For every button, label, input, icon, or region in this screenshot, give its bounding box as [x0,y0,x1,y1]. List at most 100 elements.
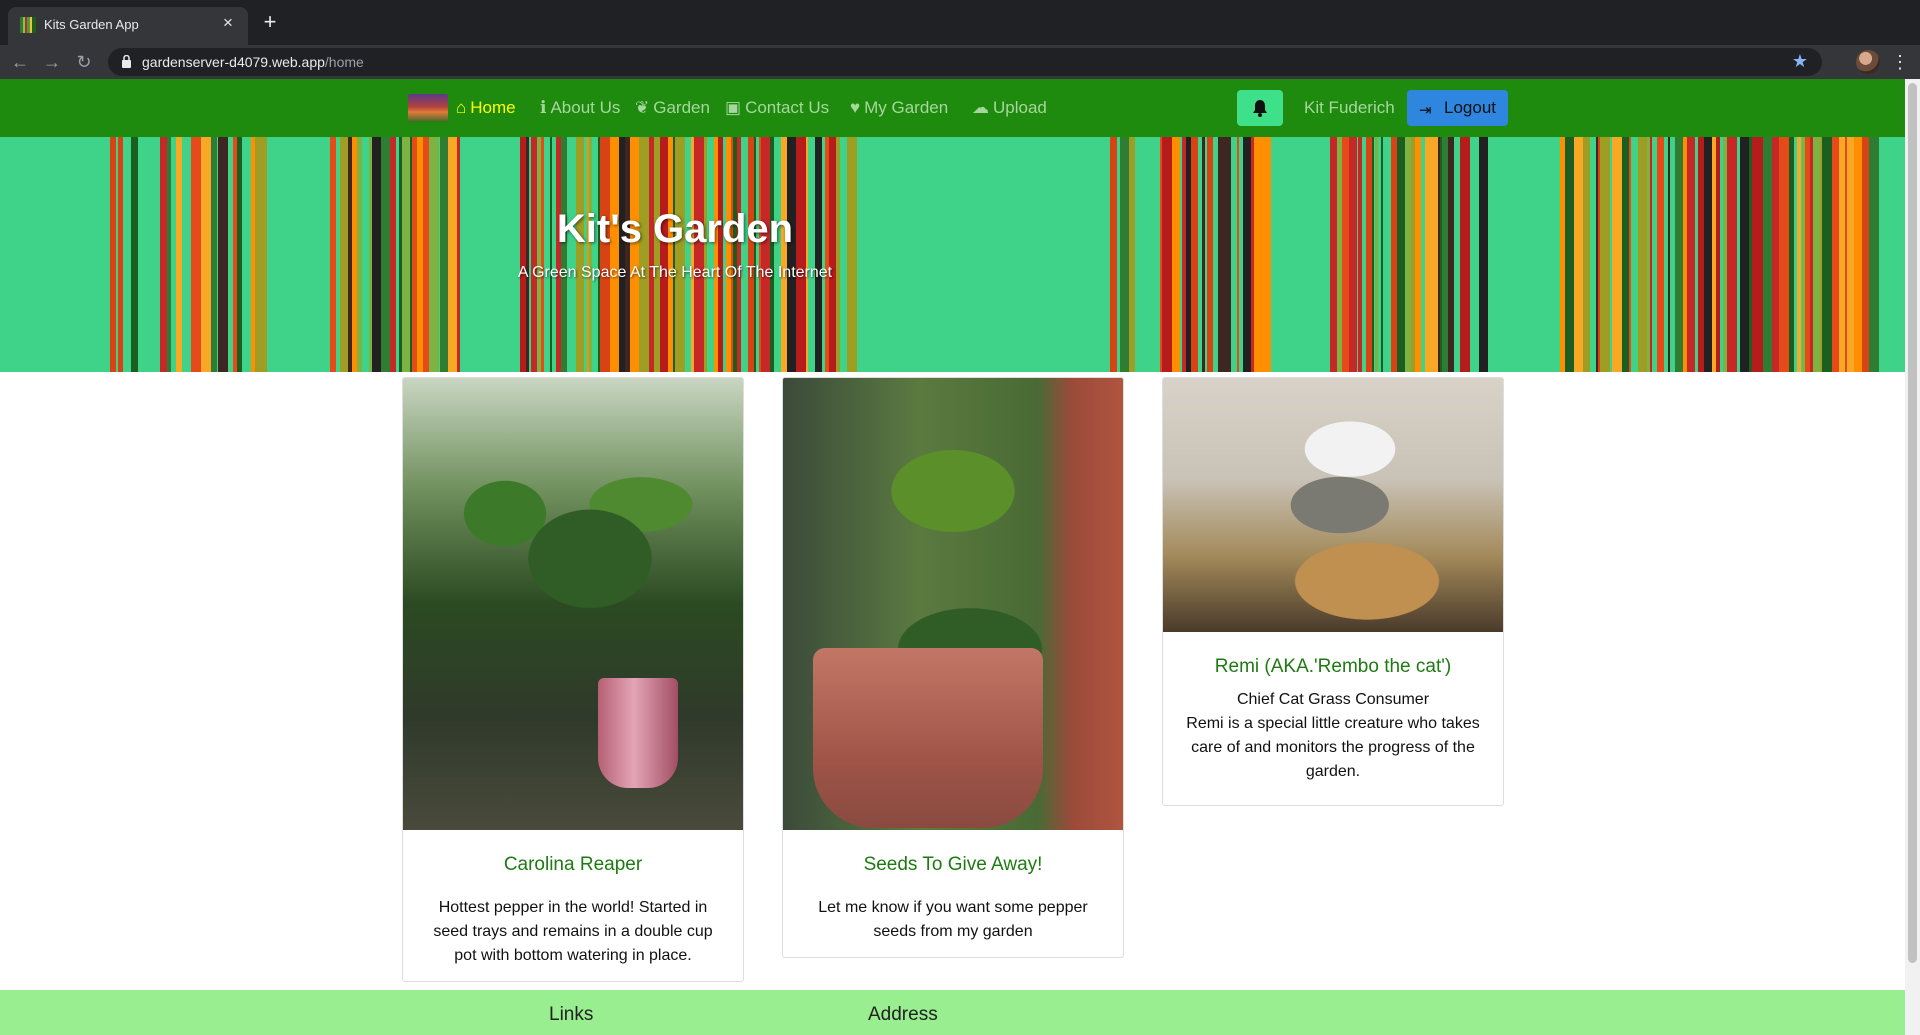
banner-stripe [1162,137,1172,372]
banner-stripe [1869,137,1879,372]
banner-stripe [1172,137,1178,372]
banner-stripe [1704,137,1712,372]
banner-stripe [726,137,731,372]
nav-item-about-us[interactable]: ℹ About Us [540,98,620,118]
address-card-icon: ▣ [725,98,742,117]
nav-item-home[interactable]: ⌂ Home [456,98,516,118]
address-bar[interactable]: gardenserver-d4079.web.app/home ★ [108,48,1822,76]
banner-stripe [520,137,526,372]
nav-item-contact-us[interactable]: ▣ Contact Us [725,98,829,118]
footer-address-heading: Address [868,1004,938,1025]
nav-item-label: About Us [550,98,621,117]
url-text[interactable]: gardenserver-d4079.web.app/home [142,54,364,70]
banner-stripe [1565,137,1574,372]
garden-card[interactable]: Remi (AKA.'Rembo the cat') Chief Cat Gra… [1162,377,1504,806]
banner-stripe [251,137,255,372]
banner-stripe [847,137,857,372]
banner-stripe [748,137,754,372]
banner-stripe [1698,137,1704,372]
banner-stripe [825,137,829,372]
banner-stripe [1330,137,1337,372]
nav-item-garden[interactable]: ❦ Garden [635,98,710,118]
banner-stripe [1600,137,1610,372]
banner-stripe [1802,137,1805,372]
banner-stripe [675,137,685,372]
banner-stripe [1810,137,1813,372]
page-scrollbar[interactable] [1905,79,1920,1035]
nav-item-my-garden[interactable]: ♥ My Garden [850,98,948,118]
banner-stripe [1854,137,1862,372]
notifications-button[interactable] [1237,90,1283,126]
banner-stripe [1430,137,1438,372]
banner-stripe [600,137,610,372]
banner-stripe [733,137,737,372]
banner-stripe [619,137,625,372]
banner-stripe [1839,137,1845,372]
banner-stripe [201,137,211,372]
garden-card[interactable]: Carolina Reaper Hottest pepper in the wo… [402,377,744,982]
card-title: Carolina Reaper [503,854,643,875]
site-logo[interactable] [408,94,448,122]
banner-stripe [668,137,673,372]
profile-avatar[interactable] [1856,50,1880,74]
logout-button[interactable]: ⇥ Logout [1407,90,1508,126]
sign-out-icon: ⇥ [1419,102,1432,119]
back-arrow-icon[interactable]: ← [8,50,32,74]
banner-stripe [630,137,639,372]
new-tab-button[interactable]: + [258,10,282,34]
scrollbar-thumb[interactable] [1908,83,1917,963]
banner-stripe [1759,137,1763,372]
banner-stripe [698,137,704,372]
banner-stripe [1813,137,1820,372]
banner-stripe [1442,137,1448,372]
banner-stripe [561,137,567,372]
banner-stripe [829,137,836,372]
nav-item-upload[interactable]: ☁ Upload [972,98,1047,118]
banner-stripe [806,137,808,372]
home-icon: ⌂ [456,98,467,117]
cat-photo [1163,378,1503,632]
garden-favicon-icon [20,17,36,33]
banner-stripe [610,137,613,372]
bookmark-star-icon[interactable]: ★ [1792,51,1808,72]
browser-toolbar: ← → ↻ gardenserver-d4079.web.app/home ★ … [0,45,1920,79]
banner-stripe [1411,137,1415,372]
banner-stripe [556,137,561,372]
banner-stripe [1862,137,1869,372]
banner-stripe [576,137,584,372]
banner-stripe [417,137,423,372]
garden-card[interactable]: Seeds To Give Away! Let me know if you w… [782,377,1124,958]
terracotta-pot-shape [813,648,1043,828]
carolina-reaper-photo [403,378,743,830]
forward-arrow-icon[interactable]: → [40,50,64,74]
banner-stripe [1440,137,1442,372]
banner-stripe [255,137,259,372]
browser-tab[interactable]: Kits Garden App × [8,7,248,45]
bell-icon [1253,100,1267,117]
banner-stripe [1438,137,1440,372]
card-title: Remi (AKA.'Rembo the cat') [1214,656,1452,677]
reload-icon[interactable]: ↻ [72,50,96,74]
banner-stripe [1448,137,1454,372]
hero-subtitle: A Green Space At The Heart Of The Intern… [517,264,833,281]
banner-stripe [649,137,654,372]
banner-stripe [1612,137,1622,372]
lock-icon [122,55,131,68]
browser-menu-icon[interactable]: ⋮ [1890,50,1910,74]
nav-item-label: Garden [653,98,710,117]
banner-stripe [781,137,787,372]
banner-stripe [1264,137,1271,372]
banner-stripe [1560,137,1565,372]
banner-stripe [440,137,448,372]
close-tab-icon[interactable]: × [218,13,238,33]
banner-stripe [1596,137,1598,372]
banner-stripe [131,137,138,372]
footer-links-heading: Links [549,1004,594,1025]
banner-stripe [1772,137,1779,372]
banner-stripe [613,137,619,372]
banner-stripe [1397,137,1405,372]
banner-stripe [654,137,660,372]
leaf-icon: ❦ [635,98,650,117]
card-text: Hottest pepper in the world! Started in … [433,899,713,964]
banner-stripe [1847,137,1854,372]
